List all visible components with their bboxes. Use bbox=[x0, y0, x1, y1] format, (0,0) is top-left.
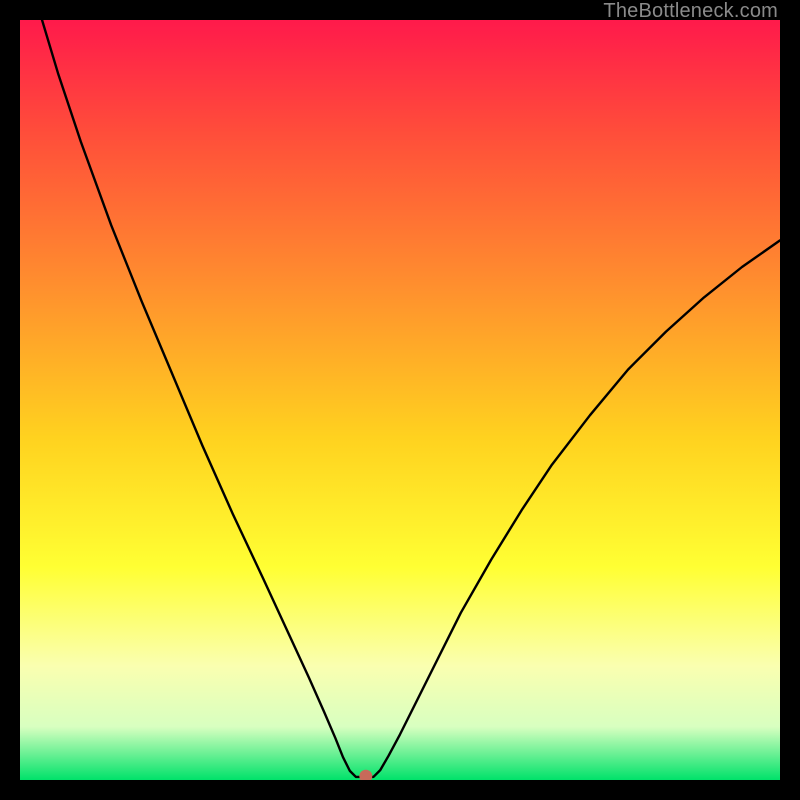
chart-frame bbox=[20, 20, 780, 780]
bottleneck-chart bbox=[20, 20, 780, 780]
chart-background bbox=[20, 20, 780, 780]
watermark-text: TheBottleneck.com bbox=[603, 0, 778, 23]
